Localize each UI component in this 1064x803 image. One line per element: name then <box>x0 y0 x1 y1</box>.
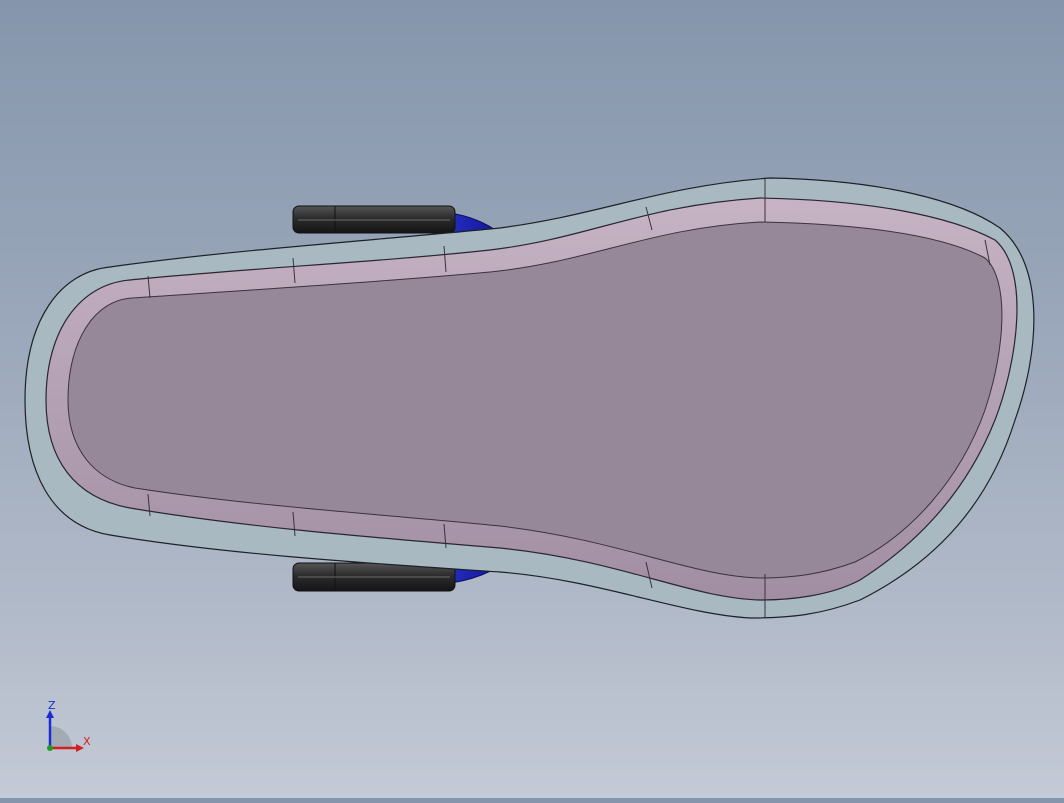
model-canvas[interactable] <box>0 0 1064 798</box>
view-triad[interactable]: Z X <box>40 696 100 756</box>
cad-3d-viewport[interactable]: Z X <box>0 0 1064 798</box>
y-axis <box>47 745 53 751</box>
z-axis-label: Z <box>48 699 56 712</box>
x-axis-label: X <box>83 735 91 748</box>
